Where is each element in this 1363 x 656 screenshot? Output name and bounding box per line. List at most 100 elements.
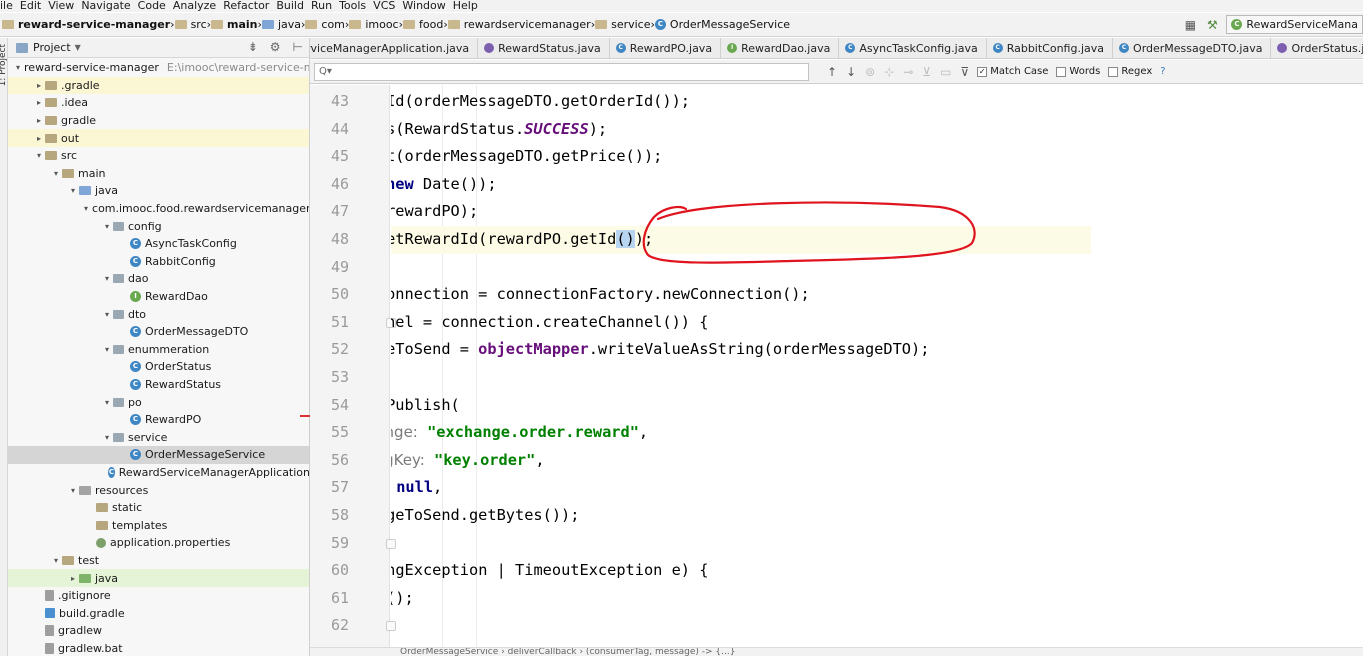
tree-item[interactable]: C OrderMessageService <box>8 446 309 464</box>
tree-item[interactable]: C OrderStatus <box>8 358 309 376</box>
chevron-down-icon[interactable]: ▼ <box>75 43 81 52</box>
chevron-down-icon[interactable]: ▾ <box>101 433 113 442</box>
tree-item[interactable]: C AsyncTaskConfig <box>8 235 309 253</box>
chevron-down-icon[interactable]: ▾ <box>67 186 79 195</box>
tree-item[interactable]: ▸ gradle <box>8 112 309 130</box>
words-option[interactable]: Words <box>1056 66 1100 77</box>
search-input[interactable]: Q▾ <box>314 62 809 81</box>
breadcrumb-item[interactable]: imooc <box>349 18 399 31</box>
menu-item-refactor[interactable]: Refactor <box>219 0 272 12</box>
breadcrumb-item[interactable]: java <box>261 18 301 31</box>
menu-item-tools[interactable]: Tools <box>335 0 369 12</box>
regex-help-link[interactable]: ? <box>1160 66 1165 77</box>
run-configuration-selector[interactable]: C RewardServiceMana <box>1226 15 1363 34</box>
tree-item[interactable]: ▾ dto <box>8 305 309 323</box>
tree-item[interactable]: C RewardStatus <box>8 376 309 394</box>
select-occurrences-icon[interactable]: ▭ <box>940 65 951 79</box>
tree-item[interactable]: .gitignore <box>8 587 309 605</box>
chevron-down-icon[interactable]: ▾ <box>101 222 113 231</box>
project-structure-icon[interactable]: ▦ <box>1182 17 1198 33</box>
add-occurrence-icon[interactable]: ⊹ <box>884 65 894 79</box>
tree-item[interactable]: ▾ main <box>8 165 309 183</box>
collapse-all-icon[interactable]: ⇟ <box>248 40 258 54</box>
menu-item-view[interactable]: View <box>44 0 77 12</box>
project-panel-title[interactable]: Project <box>33 41 71 54</box>
breadcrumb-item[interactable]: food <box>403 18 443 31</box>
editor-tab[interactable]: RewardStatus.java <box>478 38 610 58</box>
chevron-down-icon[interactable]: ▾ <box>67 486 79 495</box>
menu-item-code[interactable]: Code <box>134 0 169 12</box>
build-hammer-icon[interactable]: ⚒ <box>1204 17 1220 33</box>
chevron-down-icon[interactable]: ▾ <box>101 398 113 407</box>
menu-item-analyze[interactable]: Analyze <box>169 0 219 12</box>
remove-occurrence-icon[interactable]: ⊸ <box>903 65 913 79</box>
editor-tab[interactable]: OrderStatus.java <box>1271 38 1363 58</box>
editor-tab[interactable]: I RewardDao.java <box>721 38 840 58</box>
tree-item[interactable]: ▸ out <box>8 129 309 147</box>
tree-item[interactable]: ▾ service <box>8 428 309 446</box>
editor-tab[interactable]: C OrderMessageDTO.java <box>1113 38 1272 58</box>
select-all-occurrences-icon[interactable]: ⊻ <box>922 65 931 79</box>
tree-item[interactable]: ▾ config <box>8 217 309 235</box>
tree-item[interactable]: ▸ .idea <box>8 94 309 112</box>
tree-item[interactable]: ▸ java <box>8 569 309 587</box>
tree-item[interactable]: ▾ dao <box>8 270 309 288</box>
tree-item[interactable]: ▾ java <box>8 182 309 200</box>
gear-icon[interactable]: ⚙ <box>270 40 281 54</box>
chevron-right-icon[interactable]: ▸ <box>33 81 45 90</box>
editor-breadcrumb[interactable]: OrderMessageService › deliverCallback › … <box>310 647 1363 656</box>
chevron-down-icon[interactable]: ▾ <box>33 151 45 160</box>
editor-tab[interactable]: C RabbitConfig.java <box>987 38 1114 58</box>
chevron-right-icon[interactable]: ▸ <box>33 116 45 125</box>
match-case-checkbox[interactable]: ✓ <box>977 66 988 77</box>
tree-item[interactable]: static <box>8 499 309 517</box>
chevron-right-icon[interactable]: ▸ <box>33 134 45 143</box>
code-editor[interactable]: rewardPO.setOrderId(orderMessageDTO.getO… <box>391 85 1363 647</box>
editor-tab[interactable]: C RewardPO.java <box>610 38 722 58</box>
breadcrumb-item[interactable]: service <box>595 18 651 31</box>
tree-item[interactable]: C RewardServiceManagerApplication <box>8 464 309 482</box>
tree-item[interactable]: ▾ com.imooc.food.rewardservicemanager <box>8 200 309 218</box>
breadcrumb-item[interactable]: main <box>211 18 258 31</box>
menu-item-build[interactable]: Build <box>272 0 307 12</box>
menu-item-run[interactable]: Run <box>307 0 335 12</box>
tree-item[interactable]: gradlew.bat <box>8 640 309 656</box>
tree-item[interactable]: C RewardPO <box>8 411 309 429</box>
chevron-down-icon[interactable]: ▾ <box>50 556 62 565</box>
chevron-right-icon[interactable]: ▸ <box>67 574 79 583</box>
chevron-down-icon[interactable]: ▾ <box>84 204 88 213</box>
tree-item[interactable]: C OrderMessageDTO <box>8 323 309 341</box>
tree-item[interactable]: ▾ test <box>8 552 309 570</box>
project-tool-window-button[interactable]: 1: Project <box>0 44 8 86</box>
menu-item-ile[interactable]: ile <box>0 0 16 12</box>
chevron-down-icon[interactable]: ▾ <box>16 63 20 72</box>
tree-item[interactable]: application.properties <box>8 534 309 552</box>
regex-checkbox[interactable] <box>1108 66 1119 77</box>
menu-item-edit[interactable]: Edit <box>16 0 44 12</box>
breadcrumb-item[interactable]: src <box>174 18 207 31</box>
menu-item-vcs[interactable]: VCS <box>369 0 398 12</box>
hide-panel-icon[interactable]: ⊢ <box>293 40 303 54</box>
chevron-down-icon[interactable]: ▾ <box>101 274 113 283</box>
tree-item[interactable]: ▾ resources <box>8 481 309 499</box>
menu-item-help[interactable]: Help <box>449 0 481 12</box>
tree-item[interactable]: ▾ reward-service-manager E:\imooc\reward-s… <box>8 59 309 77</box>
tree-item[interactable]: C RabbitConfig <box>8 253 309 271</box>
tree-item[interactable]: ▾ po <box>8 393 309 411</box>
regex-option[interactable]: Regex <box>1108 66 1152 77</box>
chevron-down-icon[interactable]: ▾ <box>50 169 62 178</box>
chevron-right-icon[interactable]: ▸ <box>33 98 45 107</box>
tree-item[interactable]: ▾ src <box>8 147 309 165</box>
breadcrumb-item[interactable]: reward-service-manager <box>2 18 170 31</box>
filter-icon[interactable]: ⊽ <box>960 65 969 79</box>
tree-item[interactable]: ▾ enummeration <box>8 341 309 359</box>
tree-item[interactable]: templates <box>8 516 309 534</box>
words-checkbox[interactable] <box>1056 66 1067 77</box>
match-case-option[interactable]: ✓ Match Case <box>977 66 1048 77</box>
breadcrumb-item[interactable]: C OrderMessageService <box>654 18 790 31</box>
tree-item[interactable]: gradlew <box>8 622 309 640</box>
chevron-down-icon[interactable]: ▾ <box>101 345 113 354</box>
previous-occurrence-icon[interactable]: ↑ <box>827 65 837 79</box>
menu-item-window[interactable]: Window <box>398 0 448 12</box>
next-occurrence-icon[interactable]: ↓ <box>846 65 856 79</box>
